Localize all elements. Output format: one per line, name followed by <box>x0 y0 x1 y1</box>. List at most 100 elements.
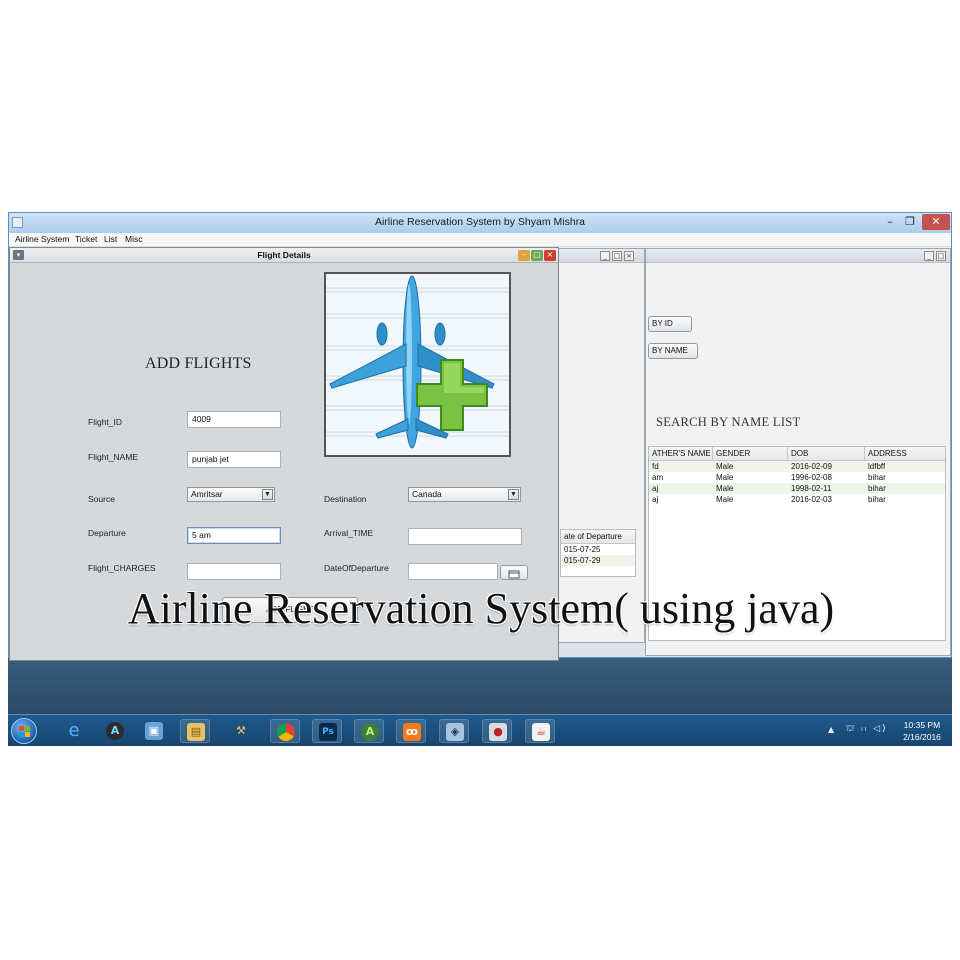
taskbar-virtualbox[interactable]: ▣ <box>139 719 169 743</box>
table-cell[interactable]: bihar <box>865 494 886 505</box>
flight-frame-close-icon[interactable]: × <box>544 250 556 261</box>
table-cell[interactable]: fd <box>649 461 659 472</box>
airplane-add-icon <box>326 274 509 455</box>
destination-selected-value: Canada <box>412 489 442 499</box>
close-button[interactable]: ✕ <box>922 214 950 230</box>
desktop-screen: Airline Reservation System by Shyam Mish… <box>8 212 952 746</box>
flight-id-label: Flight_ID <box>88 417 123 427</box>
chevron-down-icon[interactable]: ▼ <box>262 489 273 500</box>
taskbar-file-explorer[interactable]: ▤ <box>180 719 210 743</box>
chevron-down-icon[interactable]: ▼ <box>508 489 519 500</box>
table-cell[interactable]: Male <box>713 461 733 472</box>
taskbar-box[interactable]: ◈ <box>439 719 469 743</box>
main-titlebar[interactable]: Airline Reservation System by Shyam Mish… <box>9 213 951 233</box>
departure-table: ate of Departure 015-07-25 015-07-29 <box>560 529 636 577</box>
java-icon: ☕ <box>532 723 550 741</box>
box-icon: ◈ <box>446 723 464 741</box>
taskbar-recorder[interactable]: ● <box>482 719 512 743</box>
flight-charges-field[interactable] <box>187 563 281 580</box>
system-tray-icons[interactable]: ⛫ ᵢₗ ◁) <box>846 724 888 735</box>
flight-details-title: Flight Details <box>257 250 311 260</box>
minimize-button[interactable]: – <box>881 214 899 230</box>
flight-id-field[interactable]: 4009 <box>187 411 281 428</box>
column-header-fathers-name[interactable]: ATHER'S NAME <box>649 447 713 461</box>
menu-airline-system[interactable]: Airline System <box>15 234 69 244</box>
file-explorer-icon: ▤ <box>187 723 205 741</box>
flight-name-label: Flight_NAME <box>88 452 139 462</box>
table-cell[interactable]: Male <box>713 472 733 483</box>
column-header-dob[interactable]: DOB <box>788 447 865 461</box>
search-frame-minimize-icon[interactable]: _ <box>924 251 934 261</box>
date-of-departure-field[interactable] <box>408 563 498 580</box>
arrival-time-field[interactable] <box>408 528 522 545</box>
virtualbox-icon: ▣ <box>145 722 163 740</box>
table-cell[interactable]: Male <box>713 494 733 505</box>
table-cell[interactable]: 2016-02-03 <box>788 494 832 505</box>
taskbar-photoshop[interactable]: Ps <box>312 719 342 743</box>
departure-field[interactable]: 5 am <box>187 527 281 544</box>
menu-ticket[interactable]: Ticket <box>75 234 97 244</box>
column-header-address[interactable]: ADDRESS <box>865 447 945 461</box>
start-button[interactable] <box>11 718 37 744</box>
table-cell[interactable]: aj <box>649 494 658 505</box>
taskbar-java-app[interactable]: ☕ <box>525 719 555 743</box>
table-cell[interactable]: bihar <box>865 483 886 494</box>
date-of-departure-label: DateOfDeparture <box>324 563 389 573</box>
search-by-id-button[interactable]: BY ID <box>648 316 692 332</box>
departure-label: Departure <box>88 528 126 538</box>
ticket-list-close-icon[interactable]: × <box>624 251 634 261</box>
maximize-button[interactable]: ❐ <box>901 214 919 230</box>
taskbar-android-studio[interactable]: A <box>354 719 384 743</box>
destination-label: Destination <box>324 494 367 504</box>
calendar-icon <box>508 570 520 579</box>
main-application-window: Airline Reservation System by Shyam Mish… <box>8 212 952 661</box>
table-cell[interactable]: 015-07-29 <box>561 555 600 566</box>
flight-details-titlebar[interactable]: ▾ Flight Details – □ × <box>10 248 558 263</box>
table-cell[interactable]: Male <box>713 483 733 494</box>
search-list-heading: SEARCH BY NAME LIST <box>656 415 801 429</box>
menu-list[interactable]: List <box>104 234 117 244</box>
android-sdk-icon: A <box>106 722 124 740</box>
table-cell[interactable]: aj <box>649 483 658 494</box>
clock-date[interactable]: 2/16/2016 <box>894 732 950 742</box>
start-icon <box>19 726 30 737</box>
search-by-name-button[interactable]: BY NAME <box>648 343 698 359</box>
destination-dropdown[interactable]: Canada ▼ <box>408 487 521 502</box>
ticket-list-maximize-icon[interactable]: □ <box>612 251 622 261</box>
flight-charges-label: Flight_CHARGES <box>88 563 156 573</box>
internet-explorer-icon: e <box>68 720 80 741</box>
source-label: Source <box>88 494 115 504</box>
table-cell[interactable]: 015-07-25 <box>561 544 600 555</box>
menu-bar: Airline System Ticket List Misc <box>9 233 951 247</box>
flight-frame-maximize-icon[interactable]: □ <box>531 250 543 261</box>
taskbar-chrome[interactable] <box>270 719 300 743</box>
taskbar-xampp[interactable]: ꝏ <box>396 719 426 743</box>
ticket-list-minimize-icon[interactable]: _ <box>600 251 610 261</box>
table-cell[interactable]: bihar <box>865 472 886 483</box>
table-cell[interactable]: 1996-02-08 <box>788 472 832 483</box>
taskbar-tools[interactable]: ⚒ <box>226 719 256 743</box>
windows-taskbar: e A ▣ ▤ ⚒ Ps A ꝏ ◈ ● ☕ ▲ ⛫ ᵢₗ ◁) 10:35 P… <box>8 714 952 746</box>
search-frame-maximize-icon[interactable]: □ <box>936 251 946 261</box>
arrival-time-label: Arrival_TIME <box>324 528 374 538</box>
table-cell[interactable]: am <box>649 472 663 483</box>
clock-time[interactable]: 10:35 PM <box>894 720 950 730</box>
flight-frame-minimize-icon[interactable]: – <box>518 250 530 261</box>
source-selected-value: Amritsar <box>191 489 223 499</box>
search-frame-titlebar[interactable]: _ □ <box>646 249 950 263</box>
taskbar-ie[interactable]: e <box>59 719 89 743</box>
video-caption-overlay: Airline Reservation System( using java) <box>127 584 835 633</box>
source-dropdown[interactable]: Amritsar ▼ <box>187 487 275 502</box>
table-cell[interactable]: 1998-02-11 <box>788 483 831 494</box>
table-cell[interactable]: 2016-02-09 <box>788 461 832 472</box>
flight-name-field[interactable]: punjab jet <box>187 451 281 468</box>
table-cell[interactable]: ldfbff <box>865 461 885 472</box>
airplane-add-image <box>324 272 511 457</box>
show-hidden-icons-button[interactable]: ▲ <box>828 725 834 734</box>
taskbar-android-sdk[interactable]: A <box>100 719 130 743</box>
calendar-button[interactable] <box>500 565 528 580</box>
menu-misc[interactable]: Misc <box>125 234 142 244</box>
ticket-list-titlebar[interactable]: _ □ × <box>558 249 644 263</box>
table-header-cell[interactable]: ate of Departure <box>561 530 635 544</box>
column-header-gender[interactable]: GENDER <box>713 447 788 461</box>
